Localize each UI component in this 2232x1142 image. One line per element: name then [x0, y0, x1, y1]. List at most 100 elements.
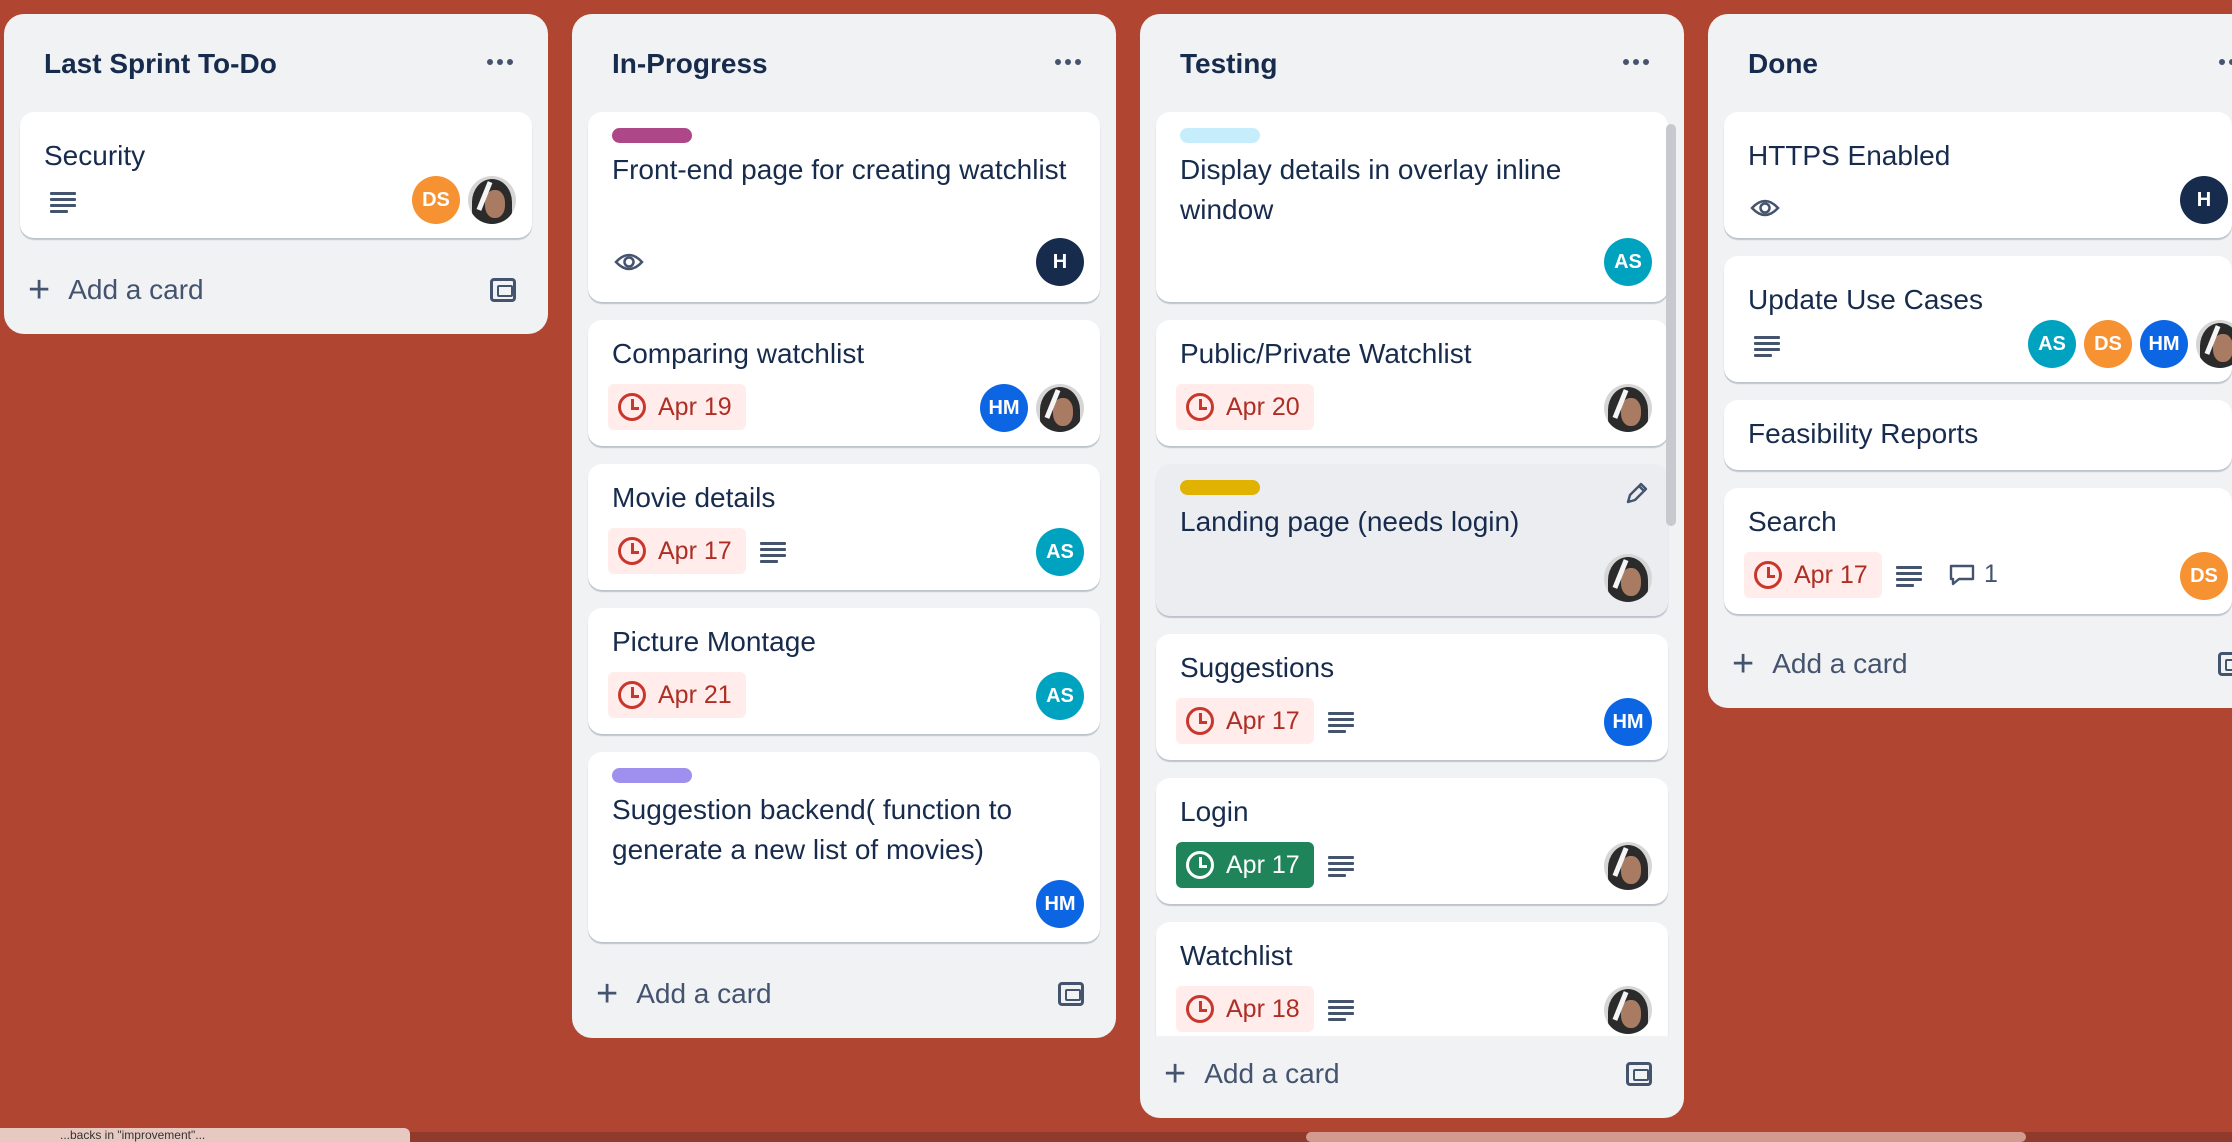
card-title: Display details in overlay inline window [1180, 154, 1562, 225]
list-title[interactable]: Testing [1180, 48, 1277, 80]
avatar-DS[interactable]: DS [2180, 552, 2228, 600]
comment-icon [1949, 564, 1975, 585]
avatar-photo[interactable] [468, 176, 516, 224]
avatar-H[interactable]: H [2180, 176, 2228, 224]
card-front-end-page[interactable]: Front-end page for creating watchlist H [588, 112, 1100, 302]
card-feasibility-reports[interactable]: Feasibility Reports [1724, 400, 2232, 470]
clock-icon [1186, 851, 1214, 879]
card-picture-montage[interactable]: Picture Montage Apr 21 AS [588, 608, 1100, 734]
card-label-sky[interactable] [1180, 128, 1260, 143]
list-menu-button[interactable] [480, 42, 520, 82]
list-cards-scroll-area[interactable]: Display details in overlay inline window… [1140, 110, 1684, 1036]
card-members: AS [1036, 528, 1084, 576]
card-label-magenta[interactable] [612, 128, 692, 143]
avatar-photo[interactable] [1604, 384, 1652, 432]
card-search[interactable]: Search Apr 17 1 DS [1724, 488, 2232, 614]
avatar-AS[interactable]: AS [1036, 672, 1084, 720]
card-suggestions[interactable]: Suggestions Apr 17 HM [1156, 634, 1668, 760]
due-date: Apr 20 [1226, 392, 1300, 421]
avatar-HM[interactable]: HM [1604, 698, 1652, 746]
avatar-photo[interactable] [1604, 554, 1652, 602]
due-date: Apr 18 [1226, 994, 1300, 1023]
avatar-H[interactable]: H [1036, 238, 1084, 286]
list-in-progress: In-Progress Front-end page for creating … [572, 14, 1116, 1038]
card-security[interactable]: Security DS [20, 112, 532, 238]
card-comparing-watchlist[interactable]: Comparing watchlist Apr 19 HM [588, 320, 1100, 446]
description-icon [1896, 566, 1922, 587]
card-login[interactable]: Login Apr 17 [1156, 778, 1668, 904]
plus-icon: + [1164, 1053, 1187, 1095]
due-date-badge[interactable]: Apr 20 [1176, 384, 1314, 430]
list-header: In-Progress [572, 14, 1116, 110]
avatar-photo[interactable] [1604, 986, 1652, 1034]
avatar-AS[interactable]: AS [2028, 320, 2076, 368]
due-date: Apr 17 [1794, 560, 1868, 589]
card-suggestion-backend[interactable]: Suggestion backend( function to generate… [588, 752, 1100, 942]
card-title: Landing page (needs login) [1180, 506, 1520, 537]
avatar-DS[interactable]: DS [412, 176, 460, 224]
card-members: HM [1036, 880, 1084, 928]
card-watchlist[interactable]: Watchlist Apr 18 [1156, 922, 1668, 1036]
description-icon [1754, 336, 1780, 357]
list-menu-button[interactable] [2212, 42, 2232, 82]
avatar-photo[interactable] [1604, 842, 1652, 890]
card-title: Picture Montage [612, 626, 816, 657]
clock-icon [1186, 707, 1214, 735]
card-landing-page[interactable]: Landing page (needs login) [1156, 464, 1668, 616]
card-display-details[interactable]: Display details in overlay inline window… [1156, 112, 1668, 302]
card-title: Search [1748, 506, 1837, 537]
card-template-icon[interactable] [1058, 982, 1084, 1006]
card-movie-details[interactable]: Movie details Apr 17 AS [588, 464, 1100, 590]
due-date: Apr 19 [658, 392, 732, 421]
avatar-photo[interactable] [1036, 384, 1084, 432]
list-header: Last Sprint To-Do [4, 14, 548, 110]
list-title[interactable]: Done [1748, 48, 1818, 80]
card-label-purple[interactable] [612, 768, 692, 783]
list-title[interactable]: In-Progress [612, 48, 768, 80]
due-date: Apr 17 [1226, 850, 1300, 879]
description-icon [1328, 712, 1354, 733]
board-horizontal-scrollbar-thumb[interactable] [1306, 1132, 2026, 1142]
add-card-button[interactable]: + Add a card [1732, 638, 1908, 690]
footer-tooltip: ...backs in "improvement"... [0, 1128, 410, 1142]
card-update-use-cases[interactable]: Update Use Cases AS DS HM [1724, 256, 2232, 382]
avatar-HM[interactable]: HM [1036, 880, 1084, 928]
comments-badge: 1 [1948, 560, 1998, 589]
due-date-badge[interactable]: Apr 19 [608, 384, 746, 430]
clock-icon [1186, 995, 1214, 1023]
add-card-label: Add a card [1772, 648, 1908, 679]
add-card-button[interactable]: + Add a card [596, 968, 772, 1020]
due-date-badge[interactable]: Apr 17 [1744, 552, 1882, 598]
card-public-private-watchlist[interactable]: Public/Private Watchlist Apr 20 [1156, 320, 1668, 446]
due-date-badge-complete[interactable]: Apr 17 [1176, 842, 1314, 888]
due-date-badge[interactable]: Apr 18 [1176, 986, 1314, 1032]
card-label-yellow[interactable] [1180, 480, 1260, 495]
card-title: Suggestion backend( function to generate… [612, 794, 1013, 865]
card-title: Login [1180, 796, 1249, 827]
add-card-label: Add a card [1204, 1058, 1340, 1089]
card-members: DS [412, 176, 516, 224]
card-template-icon[interactable] [2218, 652, 2232, 676]
list-scrollbar[interactable] [1666, 124, 1676, 526]
avatar-HM[interactable]: HM [2140, 320, 2188, 368]
due-date-badge[interactable]: Apr 17 [608, 528, 746, 574]
card-https-enabled[interactable]: HTTPS Enabled H [1724, 112, 2232, 238]
avatar-DS[interactable]: DS [2084, 320, 2132, 368]
list-menu-button[interactable] [1048, 42, 1088, 82]
list-title[interactable]: Last Sprint To-Do [44, 48, 277, 80]
add-card-button[interactable]: + Add a card [28, 264, 204, 316]
avatar-HM[interactable]: HM [980, 384, 1028, 432]
list-header: Testing [1140, 14, 1684, 110]
due-date-badge[interactable]: Apr 21 [608, 672, 746, 718]
avatar-AS[interactable]: AS [1036, 528, 1084, 576]
list-menu-button[interactable] [1616, 42, 1656, 82]
avatar-photo[interactable] [2196, 320, 2232, 368]
add-card-label: Add a card [68, 274, 204, 305]
plus-icon: + [596, 973, 619, 1015]
avatar-AS[interactable]: AS [1604, 238, 1652, 286]
card-template-icon[interactable] [1626, 1062, 1652, 1086]
due-date-badge[interactable]: Apr 17 [1176, 698, 1314, 744]
add-card-button[interactable]: + Add a card [1164, 1048, 1340, 1100]
card-members [1604, 986, 1652, 1034]
card-template-icon[interactable] [490, 278, 516, 302]
